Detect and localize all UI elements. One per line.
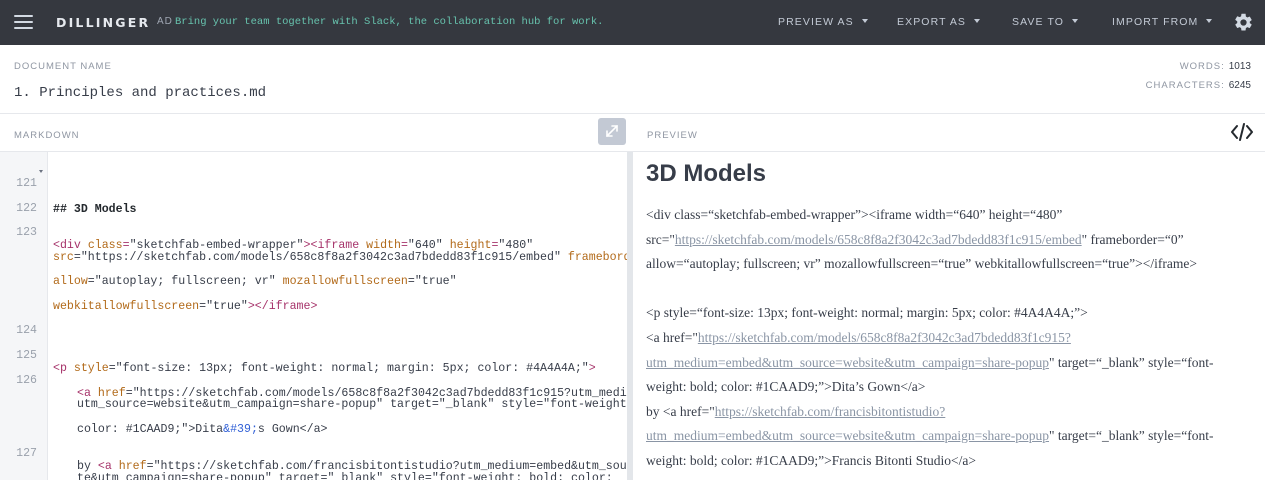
word-count: WORDS: 1013 — [1180, 61, 1251, 72]
character-count: CHARACTERS: 6245 — [1146, 80, 1251, 91]
chevron-down-icon — [861, 19, 868, 23]
preview-heading: 3D Models — [646, 160, 767, 187]
preview-link[interactable]: https://sketchfab.com/models/658c8f8a2f3… — [698, 330, 1071, 345]
preview-link[interactable]: utm_medium=embed&utm_source=website&utm_… — [646, 428, 1049, 443]
divider — [0, 113, 1265, 114]
character-count-value: 6245 — [1228, 80, 1251, 91]
preview-text: allow=“autoplay; fullscreen; vr” mozallo… — [646, 256, 1197, 271]
preview-text-segment: by <a href=" — [646, 404, 715, 419]
word-count-value: 1013 — [1228, 61, 1251, 72]
preview-text: by <a href="https://sketchfab.com/franci… — [646, 404, 945, 420]
preview-text-segment: <a href=" — [646, 330, 698, 345]
word-count-label: WORDS: — [1179, 61, 1225, 72]
preview-text: utm_medium=embed&utm_source=website&utm_… — [646, 355, 1213, 371]
preview-link[interactable]: https://sketchfab.com/francisbitontistud… — [715, 404, 946, 419]
import-from-label: IMPORT FROM — [1112, 16, 1199, 28]
markdown-editor[interactable]: 121 ## 3D Models 122 123 <div class="ske… — [0, 152, 627, 480]
chevron-down-icon — [974, 19, 981, 23]
preview-text-segment: " frameborder=“0” — [1081, 232, 1184, 247]
preview-link[interactable]: https://sketchfab.com/models/658c8f8a2f3… — [675, 232, 1082, 247]
document-name-input[interactable]: 1. Principles and practices.md — [14, 85, 266, 101]
preview-as-menu[interactable]: PREVIEW AS — [778, 16, 868, 28]
chevron-down-icon — [1072, 19, 1079, 23]
export-as-label: EXPORT AS — [897, 16, 967, 28]
preview-text: utm_medium=embed&utm_source=website&utm_… — [646, 428, 1213, 444]
code-view-icon[interactable] — [1230, 122, 1254, 142]
preview-text: <p style=“font-size: 13px; font-weight: … — [646, 305, 1088, 320]
preview-text-segment: " target=“_blank” style=“font- — [1049, 355, 1214, 370]
gear-icon[interactable] — [1233, 12, 1254, 33]
save-to-menu[interactable]: SAVE TO — [1012, 16, 1079, 28]
ad-link[interactable]: Bring your team together with Slack, the… — [175, 16, 603, 28]
preview-link[interactable]: utm_medium=embed&utm_source=website&utm_… — [646, 355, 1049, 370]
preview-as-label: PREVIEW AS — [778, 16, 854, 28]
save-to-label: SAVE TO — [1012, 16, 1065, 28]
preview-text: <div class=“sketchfab-embed-wrapper”><if… — [646, 207, 1063, 222]
brand-logo[interactable]: DILLINGER — [56, 15, 150, 30]
chevron-down-icon — [1206, 19, 1213, 23]
expand-editor-button[interactable] — [598, 118, 626, 145]
expand-icon — [606, 125, 618, 137]
preview-text-segment: " target=“_blank” style=“font- — [1049, 428, 1214, 443]
preview-text: weight: bold; color: #1CAAD9;”>Francis B… — [646, 453, 976, 468]
export-as-menu[interactable]: EXPORT AS — [897, 16, 981, 28]
import-from-menu[interactable]: IMPORT FROM — [1112, 16, 1213, 28]
top-navbar: DILLINGER AD Bring your team together wi… — [0, 0, 1265, 45]
code-text: te&utm_campaign=share-popup" target="_bl… — [77, 472, 613, 480]
preview-text: src="https://sketchfab.com/models/658c8f… — [646, 232, 1184, 248]
editor-line: te&utm_campaign=share-popup" target="_bl… — [0, 459, 627, 480]
preview-text: weight: bold; color: #1CAAD9;”>Dita’s Go… — [646, 379, 926, 394]
markdown-pane-label: MARKDOWN — [14, 130, 80, 141]
preview-text-segment: src=" — [646, 232, 675, 247]
preview-pane-label: PREVIEW — [647, 130, 698, 141]
ad-tag: AD — [157, 16, 173, 27]
fold-arrow-icon[interactable] — [39, 170, 43, 173]
character-count-label: CHARACTERS: — [1145, 80, 1225, 91]
preview-text: <a href="https://sketchfab.com/models/65… — [646, 330, 1071, 346]
hamburger-icon[interactable] — [14, 15, 33, 30]
document-name-label: DOCUMENT NAME — [14, 61, 112, 72]
preview-pane: 3D Models <div class=“sketchfab-embed-wr… — [633, 152, 1265, 480]
